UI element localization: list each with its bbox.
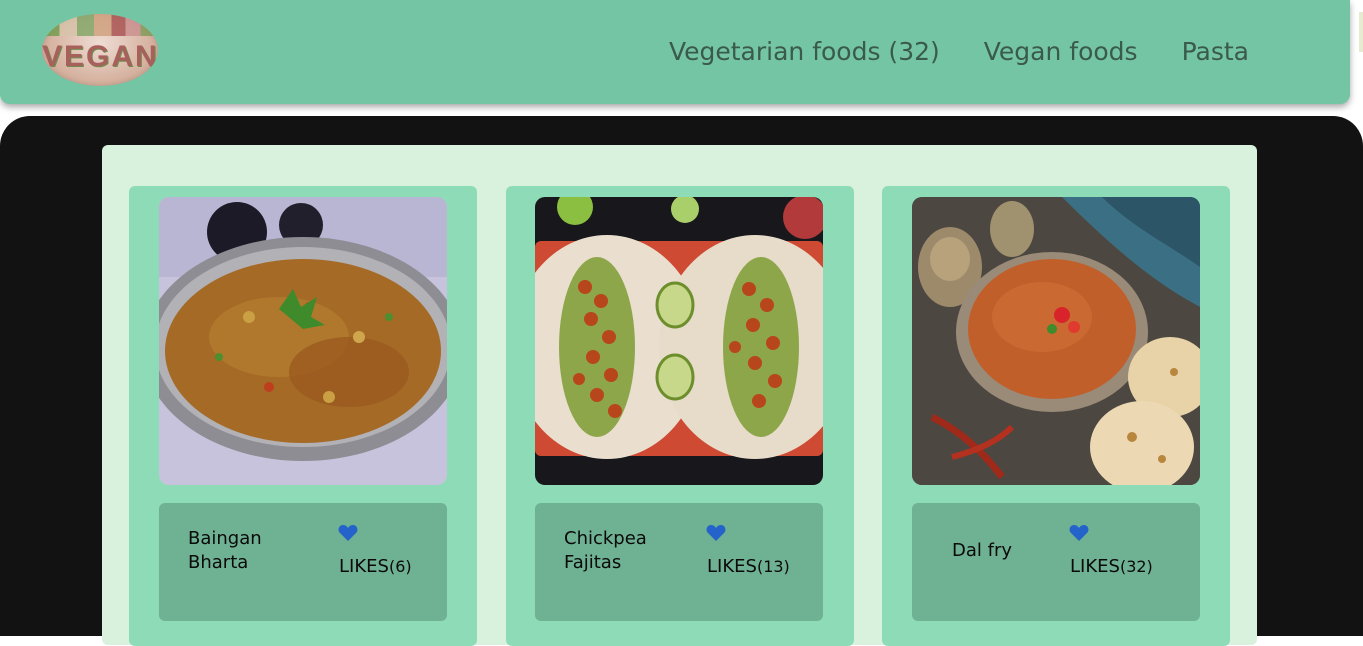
page-edge-strip (1359, 12, 1363, 52)
recipe-card-dal-fry[interactable]: Dal fry LIKES(32) (882, 186, 1230, 646)
likes-counter: LIKES(6) (339, 556, 412, 577)
vegan-logo[interactable]: VEGAN (42, 14, 158, 86)
recipe-info-box: Baingan Bharta LIKES(6) (159, 503, 447, 621)
recipe-info-box: Dal fry LIKES(32) (912, 503, 1200, 621)
recipe-name: Baingan Bharta (188, 528, 262, 573)
recipe-name: Chickpea Fajitas (564, 528, 647, 573)
heart-icon[interactable] (1069, 524, 1089, 542)
dal-fry-photo[interactable] (912, 197, 1200, 485)
likes-count: (13) (756, 557, 790, 576)
nav-vegan-foods[interactable]: Vegan foods (984, 36, 1138, 68)
likes-label: LIKES (1070, 556, 1120, 577)
logo-text: VEGAN (42, 40, 158, 73)
top-navbar: VEGAN Vegetarian foods (32) Vegan foods … (0, 0, 1350, 104)
baingan-bharta-image (159, 197, 447, 485)
likes-label: LIKES (339, 556, 389, 577)
heart-icon[interactable] (706, 524, 726, 542)
likes-counter: LIKES(13) (707, 556, 790, 577)
recipe-name: Dal fry (952, 540, 1013, 561)
recipe-info-box: Chickpea Fajitas LIKES(13) (535, 503, 823, 621)
likes-count: (6) (388, 557, 412, 576)
chickpea-fajitas-image (535, 197, 823, 485)
chickpea-fajitas-photo[interactable] (535, 197, 823, 485)
nav-pasta[interactable]: Pasta (1182, 36, 1249, 68)
likes-count: (32) (1119, 557, 1153, 576)
nav-vegetarian-foods[interactable]: Vegetarian foods (32) (669, 36, 940, 68)
baingan-bharta-photo[interactable] (159, 197, 447, 485)
heart-icon[interactable] (338, 524, 358, 542)
dal-fry-image (912, 197, 1200, 485)
main-nav: Vegetarian foods (32) Vegan foods Pasta (669, 36, 1249, 68)
likes-label: LIKES (707, 556, 757, 577)
recipe-card-baingan-bharta[interactable]: Baingan Bharta LIKES(6) (129, 186, 477, 646)
likes-counter: LIKES(32) (1070, 556, 1153, 577)
recipe-card-chickpea-fajitas[interactable]: Chickpea Fajitas LIKES(13) (506, 186, 854, 646)
logo-vegetables (42, 14, 158, 36)
